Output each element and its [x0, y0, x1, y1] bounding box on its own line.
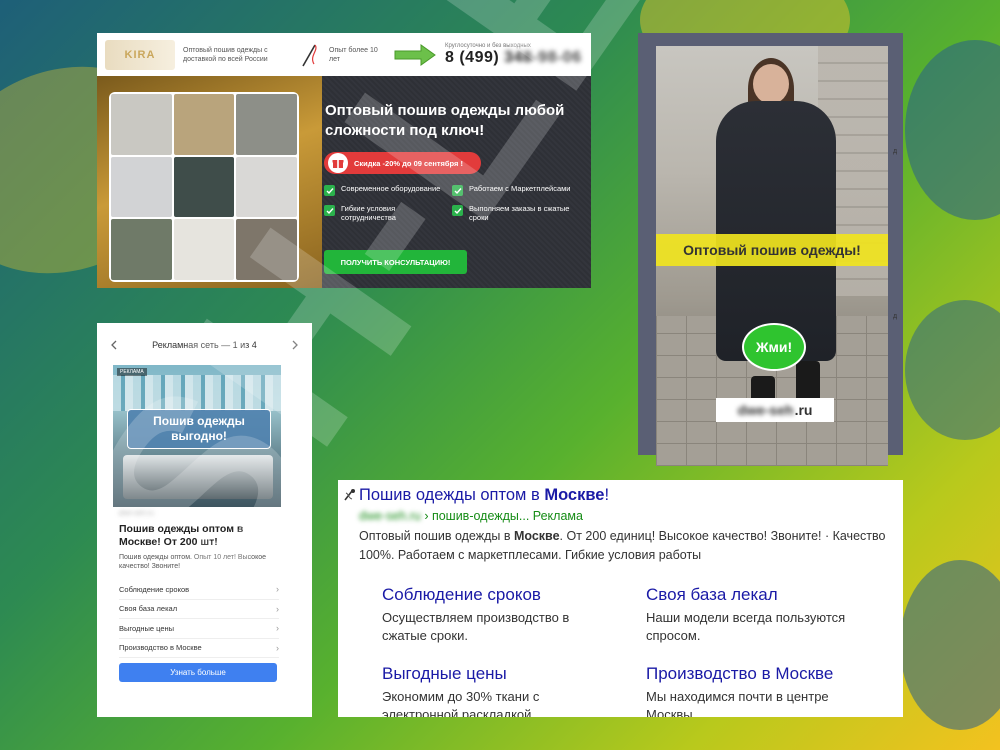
sitelink-title[interactable]: Производство в Москве	[646, 664, 876, 684]
chevron-right-icon: ›	[276, 584, 279, 595]
collage-photo	[236, 219, 297, 280]
collage-photo	[173, 156, 235, 218]
check-icon	[452, 185, 463, 196]
side-letter: д	[893, 148, 898, 155]
gift-icon	[328, 153, 348, 173]
ad-title[interactable]: Пошив одежды оптом в Москве! От 200 шт!	[119, 523, 279, 549]
sitelink-title[interactable]: Соблюдение сроков	[382, 585, 612, 605]
learn-more-button[interactable]: Узнать больше	[119, 663, 277, 682]
feature-text: Выполняем заказы в сжатые сроки	[469, 204, 570, 222]
landing-screenshot: KIRA Оптовый пошив одежды с доставкой по…	[97, 33, 591, 288]
ad-carousel-nav: Рекламная сеть — 1 из 4	[97, 335, 312, 355]
image-fabric-rack	[113, 375, 281, 411]
banner-url[interactable]: dwe-seh .ru	[716, 398, 834, 422]
landing-subtitle: Оптовый пошив одежды с доставкой по всей…	[183, 46, 268, 63]
side-letter: д	[893, 313, 898, 320]
landing-headline: Оптовый пошив одежды любой сложности под…	[325, 102, 565, 139]
favicon-icon	[344, 489, 355, 501]
landing-photo-collage	[109, 92, 299, 282]
check-icon	[324, 205, 335, 216]
search-ad: Пошив одежды оптом в Москве! dwe-seh.ru …	[338, 480, 903, 717]
feature-text: Гибкие условия сотрудничества	[341, 204, 396, 222]
banner-headline: Оптовый пошив одежды!	[656, 234, 888, 266]
collage-photo	[111, 94, 172, 155]
sitelink-desc: Мы находимся почти в центре Москвы.	[646, 689, 829, 717]
search-sitelink[interactable]: Соблюдение сроков Осуществляем производс…	[382, 585, 612, 645]
press-button[interactable]: Жми!	[742, 323, 806, 371]
chevron-right-icon: ›	[276, 642, 279, 653]
landing-header: KIRA Оптовый пошив одежды с доставкой по…	[97, 33, 591, 76]
get-consultation-button[interactable]: ПОЛУЧИТЬ КОНСУЛЬТАЦИЮ!	[324, 250, 467, 274]
ad-description: Пошив одежды оптом. Опыт 10 лет! Высокое…	[119, 554, 266, 570]
feature-item: Работаем с Маркетплейсами	[452, 184, 574, 196]
collage-photo	[111, 219, 172, 280]
search-sitelink[interactable]: Производство в Москве Мы находимся почти…	[646, 664, 876, 717]
landing-hero: Оптовый пошив одежды любой сложности под…	[97, 76, 591, 288]
search-ad-description: Оптовый пошив одежды в Москве. От 200 ед…	[359, 529, 886, 562]
collage-photo	[173, 94, 235, 155]
feature-text: Работаем с Маркетплейсами	[469, 184, 571, 193]
feature-text: Современное оборудование	[341, 184, 441, 193]
search-ad-url[interactable]: dwe-seh.ru › пошив-одежды... Реклама	[359, 509, 583, 523]
sitelink[interactable]: Выгодные цены ›	[119, 619, 279, 639]
collage-photo	[173, 219, 235, 280]
sitelink[interactable]: Соблюдение сроков ›	[119, 580, 279, 600]
feature-item: Современное оборудование	[324, 184, 446, 196]
sitelink-desc: Наши модели всегда пользуются спросом.	[646, 610, 846, 643]
collage-photo	[111, 156, 172, 218]
sitelink-title[interactable]: Своя база лекал	[646, 585, 876, 605]
bg-blob-blue-3	[900, 560, 1000, 730]
chevron-right-icon: ›	[276, 623, 279, 634]
promo-text: Скидка -20% до 09 сентября !	[354, 158, 463, 168]
search-ad-title[interactable]: Пошив одежды оптом в Москве!	[359, 486, 609, 505]
bg-blob-blue	[905, 40, 1000, 220]
vertical-banner: Оптовый пошив одежды! Жми! dwe-seh .ru д …	[638, 33, 903, 466]
needle-thread-icon	[302, 44, 317, 66]
collage-photo	[236, 156, 297, 218]
ad-tag: РЕКЛАМА	[117, 368, 147, 376]
sitelink-desc: Экономим до 30% ткани с электронной раск…	[382, 689, 540, 717]
search-sitelink[interactable]: Выгодные цены Экономим до 30% ткани с эл…	[382, 664, 612, 717]
collage-photo	[236, 94, 297, 155]
chevron-right-icon[interactable]	[290, 340, 300, 350]
ad-network-preview: Рекламная сеть — 1 из 4 РЕКЛАМА Пошив од…	[97, 323, 312, 717]
landing-phone[interactable]: 8 (499) 348-98-06	[445, 49, 582, 67]
image-machine	[123, 455, 273, 499]
check-icon	[324, 185, 335, 196]
sitelink-title[interactable]: Выгодные цены	[382, 664, 612, 684]
check-icon	[452, 205, 463, 216]
photo-model-head	[753, 64, 789, 104]
ad-source: dwe-seh.ru	[119, 510, 154, 517]
chevron-right-icon: ›	[276, 603, 279, 614]
ad-image-banner: Пошив одежды выгодно!	[127, 409, 271, 449]
feature-item: Выполняем заказы в сжатые сроки	[452, 204, 574, 222]
search-sitelink[interactable]: Своя база лекал Наши модели всегда польз…	[646, 585, 876, 645]
feature-item: Гибкие условия сотрудничества	[324, 204, 446, 222]
chevron-left-icon[interactable]	[109, 340, 119, 350]
feature-list: Современное оборудование Работаем с Марк…	[324, 184, 574, 222]
sitelink[interactable]: Производство в Москве ›	[119, 639, 279, 658]
ad-carousel-label: Рекламная сеть — 1 из 4	[152, 340, 257, 350]
arrow-right-icon	[394, 43, 436, 66]
landing-logo: KIRA	[105, 39, 175, 70]
landing-experience: Опыт более 10 лет	[329, 46, 378, 63]
sitelink[interactable]: Своя база лекал ›	[119, 600, 279, 619]
photo-model-dress	[716, 101, 836, 361]
bg-blob-blue-2	[905, 300, 1000, 440]
sitelink-desc: Осуществляем производство в сжатые сроки…	[382, 610, 570, 643]
ad-sitelinks: Соблюдение сроков › Своя база лекал › Выго…	[119, 580, 279, 658]
promo-badge: Скидка -20% до 09 сентября !	[324, 152, 481, 174]
